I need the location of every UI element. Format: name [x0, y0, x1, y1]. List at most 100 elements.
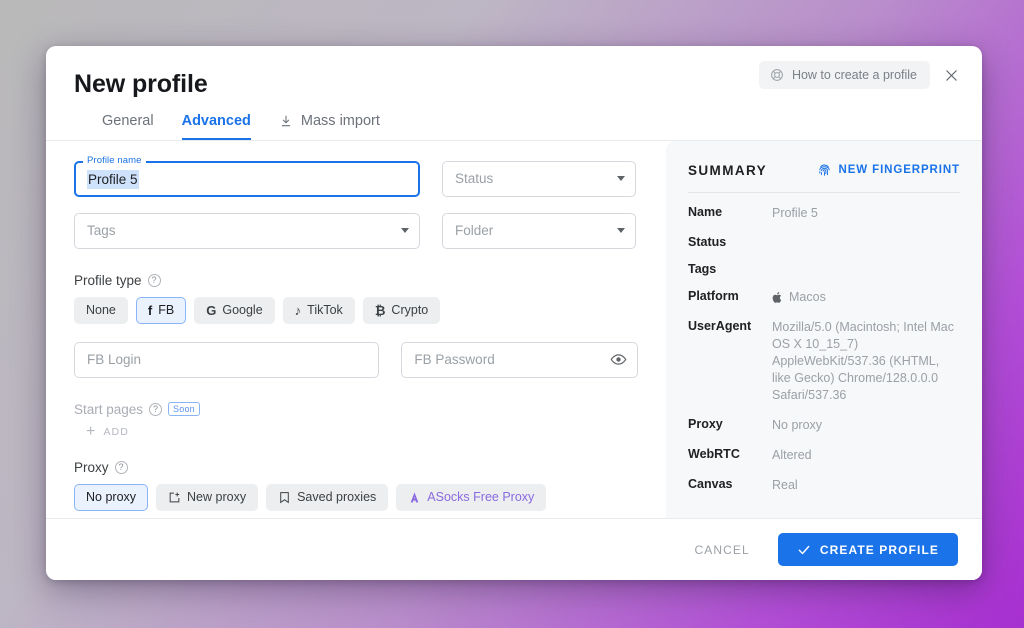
summary-value-wrap: Macos [772, 289, 826, 306]
summary-panel: SUMMARY NEW FINGERPRINT Name Profile 5 S… [666, 140, 982, 518]
download-icon [279, 114, 293, 128]
summary-key: Canvas [688, 476, 733, 491]
new-profile-dialog: New profile How to create a profile Gene… [46, 46, 982, 580]
proxy-new-proxy-label: New proxy [187, 490, 247, 505]
help-pill-label: How to create a profile [791, 68, 917, 82]
facebook-icon: f [147, 302, 153, 318]
summary-row-proxy: Proxy No proxy [688, 417, 960, 434]
summary-row-tags: Tags [688, 262, 960, 276]
profile-type-google-label: Google [222, 303, 263, 318]
summary-title: SUMMARY [688, 162, 768, 178]
tab-general[interactable]: General [102, 113, 154, 140]
proxy-saved-proxies-label: Saved proxies [297, 490, 377, 505]
help-icon[interactable]: ? [149, 402, 163, 416]
profile-type-none-label: None [86, 303, 116, 318]
status-placeholder: Status [455, 171, 494, 187]
profile-type-none[interactable]: None [74, 296, 128, 324]
dialog-body: Profile name Profile 5 Status Tags Folde… [46, 140, 982, 518]
summary-value: Real [772, 477, 798, 492]
proxy-asocks-label: ASocks Free Proxy [427, 490, 535, 505]
tags-placeholder: Tags [87, 223, 116, 239]
profile-name-value: Profile 5 [87, 169, 139, 189]
start-pages-label: Start pages [74, 401, 144, 417]
new-fingerprint-label: NEW FINGERPRINT [838, 164, 960, 177]
name-status-row: Profile name Profile 5 Status [74, 154, 638, 213]
summary-divider [688, 191, 960, 193]
tab-general-label: General [102, 113, 154, 129]
profile-type-crypto-label: Crypto [391, 303, 429, 318]
summary-key: UserAgent [688, 318, 752, 333]
summary-row-platform: Platform Macos [688, 289, 960, 306]
help-icon[interactable]: ? [114, 460, 128, 474]
how-to-create-a-profile-button[interactable]: How to create a profile [758, 61, 930, 89]
start-pages-label-row: Start pages ? Soon [74, 402, 638, 417]
status-select[interactable]: Status [442, 160, 636, 197]
fb-login-input[interactable] [74, 341, 380, 378]
proxy-no-proxy[interactable]: No proxy [74, 483, 149, 511]
profile-type-tiktok-label: TikTok [307, 303, 343, 318]
new-proxy-icon [168, 491, 181, 504]
summary-value: Mozilla/5.0 (Macintosh; Intel Mac OS X 1… [772, 319, 955, 402]
apple-icon [772, 291, 783, 304]
profile-type-chips: None f FB G Google ♪ TikTok ₿ Crypto [74, 296, 638, 324]
close-button[interactable] [936, 60, 966, 90]
profile-name-label: Profile name [83, 154, 146, 166]
fingerprint-icon [817, 163, 832, 178]
tab-mass-import[interactable]: Mass import [279, 113, 380, 140]
profile-type-tiktok[interactable]: ♪ TikTok [282, 296, 355, 324]
profile-type-fb-label: FB [158, 303, 175, 318]
plus-icon: + [86, 422, 97, 440]
profile-type-crypto[interactable]: ₿ Crypto [362, 296, 441, 324]
tab-mass-import-label: Mass import [300, 113, 380, 129]
profile-type-label-row: Profile type ? [74, 273, 638, 288]
fb-password-field [401, 341, 638, 378]
tab-bar: General Advanced Mass import [74, 113, 954, 140]
summary-key: WebRTC [688, 446, 740, 461]
proxy-saved-proxies[interactable]: Saved proxies [266, 483, 389, 511]
folder-select[interactable]: Folder [442, 212, 636, 249]
tab-advanced-label: Advanced [181, 113, 251, 129]
create-profile-button[interactable]: CREATE PROFILE [777, 533, 958, 566]
proxy-new-proxy[interactable]: New proxy [156, 483, 259, 511]
chevron-down-icon [617, 228, 625, 234]
summary-key: Name [688, 204, 723, 219]
summary-value: Macos [789, 289, 826, 304]
summary-key: Status [688, 234, 727, 249]
soon-badge: Soon [168, 402, 200, 417]
summary-row-name: Name Profile 5 [688, 205, 960, 222]
create-profile-label: CREATE PROFILE [819, 542, 939, 557]
add-start-page-button[interactable]: + ADD [86, 422, 638, 440]
help-icon[interactable]: ? [147, 273, 161, 287]
proxy-chips: No proxy New proxy Saved proxies ASocks … [74, 483, 638, 511]
summary-key: Tags [688, 261, 717, 276]
summary-value: No proxy [772, 417, 823, 432]
eye-icon[interactable] [610, 351, 627, 368]
form-pane: Profile name Profile 5 Status Tags Folde… [46, 141, 666, 518]
profile-name-field: Profile name Profile 5 [74, 154, 420, 197]
cancel-label: CANCEL [694, 542, 750, 557]
profile-type-fb[interactable]: f FB [135, 296, 187, 324]
summary-row-canvas: Canvas Real [688, 477, 960, 494]
tags-field: Tags [74, 212, 420, 249]
profile-type-label: Profile type [74, 272, 142, 288]
tab-advanced[interactable]: Advanced [181, 113, 251, 140]
new-fingerprint-button[interactable]: NEW FINGERPRINT [817, 163, 960, 178]
bitcoin-icon: ₿ [374, 302, 386, 318]
summary-header: SUMMARY NEW FINGERPRINT [688, 163, 960, 178]
fb-password-input[interactable] [401, 341, 638, 378]
summary-row-status: Status [688, 235, 960, 249]
google-icon: G [206, 302, 217, 318]
proxy-asocks-free-proxy[interactable]: ASocks Free Proxy [396, 483, 547, 511]
close-icon [944, 68, 959, 83]
proxy-label: Proxy [74, 459, 109, 475]
check-icon [797, 543, 811, 557]
fb-login-field [74, 341, 380, 378]
tags-folder-row: Tags Folder [74, 212, 638, 265]
tiktok-icon: ♪ [294, 302, 302, 318]
cancel-button[interactable]: CANCEL [689, 535, 756, 565]
tags-select[interactable]: Tags [74, 212, 420, 249]
summary-key: Proxy [688, 416, 723, 431]
proxy-no-proxy-label: No proxy [86, 490, 137, 505]
profile-type-google[interactable]: G Google [194, 296, 275, 324]
lifebuoy-icon [770, 68, 784, 82]
